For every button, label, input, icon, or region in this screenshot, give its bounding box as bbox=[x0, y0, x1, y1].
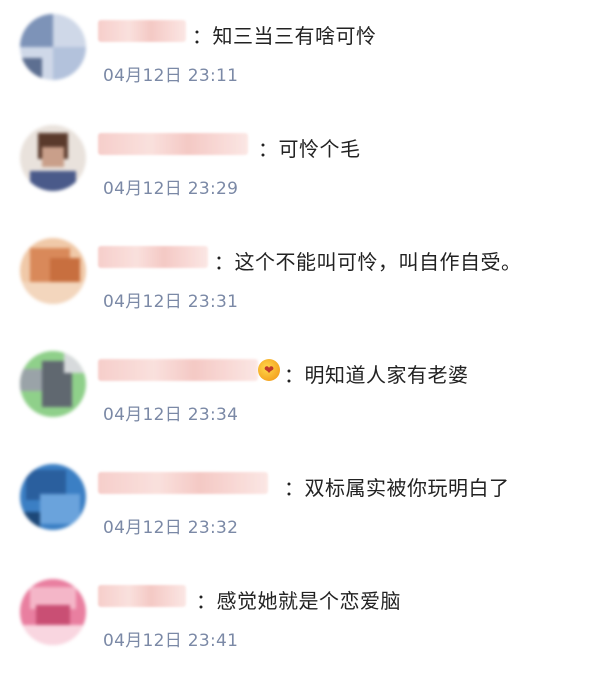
username-blurred[interactable] bbox=[98, 472, 268, 494]
vip-badge-icon: ❤ bbox=[258, 359, 280, 381]
comment-item: ：感觉她就是个恋爱脑 04月12日 23:41 bbox=[0, 565, 600, 675]
user-avatar[interactable] bbox=[20, 125, 86, 191]
comment-item: ：双标属实被你玩明白了 04月12日 23:32 bbox=[0, 452, 600, 562]
comment-item: ：可怜个毛 04月12日 23:29 bbox=[0, 113, 600, 223]
comment-timestamp: 04月12日 23:34 bbox=[103, 405, 239, 425]
avatar-image bbox=[20, 125, 86, 191]
user-avatar[interactable] bbox=[20, 579, 86, 645]
avatar-image bbox=[20, 14, 86, 80]
username-blurred[interactable] bbox=[98, 246, 208, 268]
comment-timestamp: 04月12日 23:31 bbox=[103, 292, 239, 312]
comment-text: ：知三当三有啥可怜 bbox=[192, 24, 377, 48]
comment-timestamp: 04月12日 23:11 bbox=[103, 66, 239, 86]
comment-text: ：可怜个毛 bbox=[258, 137, 361, 161]
username-blurred[interactable] bbox=[98, 359, 258, 381]
comment-text: ：明知道人家有老婆 bbox=[284, 363, 469, 387]
comment-text: ：感觉她就是个恋爱脑 bbox=[196, 589, 401, 613]
username-blurred[interactable] bbox=[98, 133, 248, 155]
comment-item: ：知三当三有啥可怜 04月12日 23:11 bbox=[0, 0, 600, 110]
comment-item: ❤ ：明知道人家有老婆 04月12日 23:34 bbox=[0, 339, 600, 449]
comment-timestamp: 04月12日 23:32 bbox=[103, 518, 239, 538]
comment-item: ：这个不能叫可怜，叫自作自受。 04月12日 23:31 bbox=[0, 226, 600, 336]
comment-timestamp: 04月12日 23:29 bbox=[103, 179, 239, 199]
comment-list: ：知三当三有啥可怜 04月12日 23:11 ：可怜个毛 04月12日 23:2… bbox=[0, 0, 600, 666]
comment-timestamp: 04月12日 23:41 bbox=[103, 631, 239, 651]
user-avatar[interactable] bbox=[20, 351, 86, 417]
user-avatar[interactable] bbox=[20, 238, 86, 304]
username-blurred[interactable] bbox=[98, 20, 186, 42]
username-blurred[interactable] bbox=[98, 585, 186, 607]
avatar-image bbox=[20, 464, 86, 530]
comment-text: ：双标属实被你玩明白了 bbox=[284, 476, 510, 500]
avatar-image bbox=[20, 351, 86, 417]
avatar-image bbox=[20, 238, 86, 304]
user-avatar[interactable] bbox=[20, 464, 86, 530]
comment-text: ：这个不能叫可怜，叫自作自受。 bbox=[214, 250, 522, 274]
avatar-image bbox=[20, 579, 86, 645]
user-avatar[interactable] bbox=[20, 14, 86, 80]
